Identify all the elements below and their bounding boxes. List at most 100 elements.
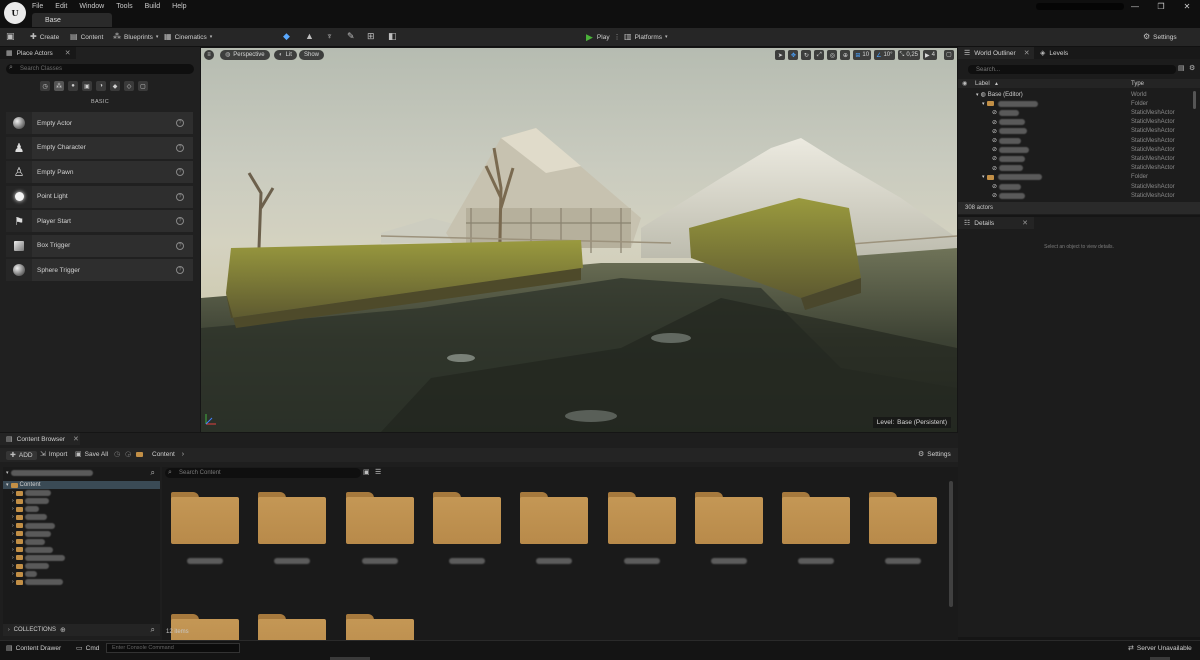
- filter-icon[interactable]: ☰: [375, 469, 381, 476]
- select-tool-icon[interactable]: ➤: [775, 50, 786, 60]
- tree-item[interactable]: ›: [3, 513, 160, 521]
- outliner-row-actor[interactable]: ⊘ StaticMeshActor: [958, 108, 1194, 117]
- history-back-icon[interactable]: ◷: [114, 451, 120, 458]
- search-classes-input[interactable]: Search Classes: [6, 64, 194, 74]
- chevron-right-icon[interactable]: ›: [8, 627, 10, 633]
- scale-tool-icon[interactable]: ⤢: [814, 50, 825, 60]
- save-search-icon[interactable]: ▣: [363, 469, 370, 476]
- maximize-viewport-icon[interactable]: ▢: [944, 50, 954, 60]
- folder-tile[interactable]: [258, 492, 327, 544]
- tree-item[interactable]: ›: [3, 570, 160, 578]
- visual-effects-category-icon[interactable]: ◑: [96, 81, 106, 91]
- folder-tile[interactable]: [345, 492, 414, 544]
- chevron-down-icon[interactable]: ▾: [982, 174, 985, 180]
- close-tab-icon[interactable]: ✕: [65, 49, 71, 57]
- tree-item[interactable]: ›: [3, 497, 160, 505]
- actor-item-empty-pawn[interactable]: ♙ Empty Pawn ?: [6, 161, 193, 183]
- grid-snap-toggle[interactable]: ⊞ 10: [853, 50, 872, 60]
- content-drawer-button[interactable]: ▤ Content Drawer: [6, 645, 61, 652]
- tree-item-content[interactable]: ▾ Content: [3, 481, 160, 490]
- tree-item[interactable]: ›: [3, 578, 160, 586]
- fracture-mode-icon[interactable]: ⊞: [367, 32, 375, 41]
- outliner-row-folder[interactable]: ▾ Folder: [958, 99, 1194, 108]
- import-button[interactable]: ⇲ Import: [40, 451, 67, 458]
- platforms-button[interactable]: ▥ Platforms ▾: [624, 33, 668, 41]
- basic-category-icon[interactable]: ⁂: [54, 81, 64, 91]
- outliner-row-actor[interactable]: ⊘ StaticMeshActor: [958, 118, 1194, 127]
- help-icon[interactable]: ?: [176, 119, 184, 127]
- outliner-row-actor[interactable]: ⊘ StaticMeshActor: [958, 136, 1194, 145]
- collections-header[interactable]: › COLLECTIONS ⊕ ⌕: [3, 624, 160, 636]
- show-button[interactable]: Show: [299, 50, 325, 60]
- menu-file[interactable]: File: [32, 3, 43, 10]
- help-icon[interactable]: ?: [176, 241, 184, 250]
- tree-item[interactable]: ›: [3, 554, 160, 562]
- search-icon[interactable]: ⌕: [151, 626, 155, 634]
- chevron-down-icon[interactable]: ▾: [982, 101, 985, 107]
- menu-window[interactable]: Window: [79, 3, 104, 10]
- view-mode-button[interactable]: ◐ Lit: [274, 50, 297, 60]
- folder-tile[interactable]: [432, 492, 501, 544]
- tree-item[interactable]: ›: [3, 530, 160, 538]
- place-actors-tab[interactable]: ▦ Place Actors ✕: [0, 47, 76, 59]
- outliner-row-actor[interactable]: ⊘ StaticMeshActor: [958, 182, 1194, 191]
- settings-button[interactable]: ⚙ Settings: [1143, 33, 1177, 41]
- create-button[interactable]: ✚ Create: [30, 33, 59, 41]
- folder-tile[interactable]: [782, 492, 851, 544]
- chevron-right-icon[interactable]: ›: [182, 451, 184, 458]
- surface-snap-icon[interactable]: ⊕: [840, 50, 851, 60]
- folder-tile[interactable]: [171, 492, 239, 544]
- actor-item-empty-actor[interactable]: Empty Actor ?: [6, 112, 193, 134]
- menu-edit[interactable]: Edit: [55, 3, 67, 10]
- column-label[interactable]: Label: [975, 81, 990, 87]
- help-icon[interactable]: ?: [176, 168, 184, 176]
- folder-tile[interactable]: [520, 492, 589, 544]
- breadcrumb-content[interactable]: Content: [152, 451, 175, 458]
- unreal-logo-icon[interactable]: U: [4, 2, 26, 24]
- eye-icon[interactable]: ◉: [962, 81, 967, 87]
- geometry-category-icon[interactable]: ◆: [110, 81, 120, 91]
- hamburger-menu-icon[interactable]: ≡: [204, 50, 214, 60]
- more-options-icon[interactable]: ⋮: [614, 34, 621, 41]
- select-mode-icon[interactable]: ◆: [283, 32, 290, 41]
- outliner-row-actor[interactable]: ⊘ StaticMeshActor: [958, 127, 1194, 136]
- document-tab[interactable]: Base: [32, 13, 112, 27]
- tree-item[interactable]: ›: [3, 489, 160, 497]
- maximize-icon[interactable]: ❐: [1156, 2, 1166, 11]
- content-button[interactable]: ▤ Content: [70, 33, 103, 41]
- outliner-scrollbar[interactable]: [1193, 91, 1196, 109]
- help-icon[interactable]: ?: [176, 217, 184, 225]
- actor-item-player-start[interactable]: ⚑ Player Start ?: [6, 210, 193, 232]
- actor-item-point-light[interactable]: Point Light ?: [6, 185, 193, 208]
- content-settings-button[interactable]: ⚙ Settings: [918, 451, 951, 458]
- save-all-button[interactable]: ▣ Save All: [75, 451, 108, 458]
- all-classes-category-icon[interactable]: ▢: [138, 81, 148, 91]
- add-button[interactable]: ✚ ADD: [6, 451, 37, 460]
- folder-tile[interactable]: [607, 492, 676, 544]
- menu-tools[interactable]: Tools: [116, 3, 132, 10]
- column-type[interactable]: Type: [1131, 81, 1144, 87]
- folder-tile[interactable]: [694, 492, 763, 544]
- tree-item[interactable]: ›: [3, 546, 160, 554]
- settings-gear-icon[interactable]: ⚙: [1189, 65, 1195, 72]
- content-browser-tab[interactable]: ▤ Content Browser ✕: [0, 433, 80, 445]
- close-tab-icon[interactable]: ✕: [73, 435, 79, 443]
- add-collection-icon[interactable]: ⊕: [60, 627, 66, 634]
- translate-tool-icon[interactable]: ✥: [788, 50, 799, 60]
- scale-snap-toggle[interactable]: ⤡ 0,25: [897, 50, 921, 60]
- camera-speed-button[interactable]: ▶ 4: [923, 50, 937, 60]
- save-icon[interactable]: ▣: [6, 32, 15, 41]
- level-viewport[interactable]: ≡ ◍ Perspective ◐ Lit Show ➤ ✥ ↻ ⤢ ◎ ⊕ ⊞…: [201, 48, 957, 432]
- search-content-input[interactable]: Search Content: [165, 468, 361, 478]
- foliage-mode-icon[interactable]: ♆: [326, 32, 333, 41]
- asset-view-scrollbar[interactable]: [949, 481, 953, 607]
- outliner-row-actor[interactable]: ⊘ StaticMeshActor: [958, 154, 1194, 163]
- volumes-category-icon[interactable]: ◇: [124, 81, 134, 91]
- actor-item-sphere-trigger[interactable]: Sphere Trigger ?: [6, 259, 193, 281]
- landscape-mode-icon[interactable]: ▲: [305, 32, 314, 41]
- tree-item[interactable]: ›: [3, 538, 160, 546]
- details-tab[interactable]: ☷ Details ✕: [958, 217, 1034, 229]
- search-icon[interactable]: ⌕: [151, 468, 155, 477]
- mesh-paint-icon[interactable]: ✎: [347, 32, 355, 41]
- tree-item[interactable]: ›: [3, 505, 160, 513]
